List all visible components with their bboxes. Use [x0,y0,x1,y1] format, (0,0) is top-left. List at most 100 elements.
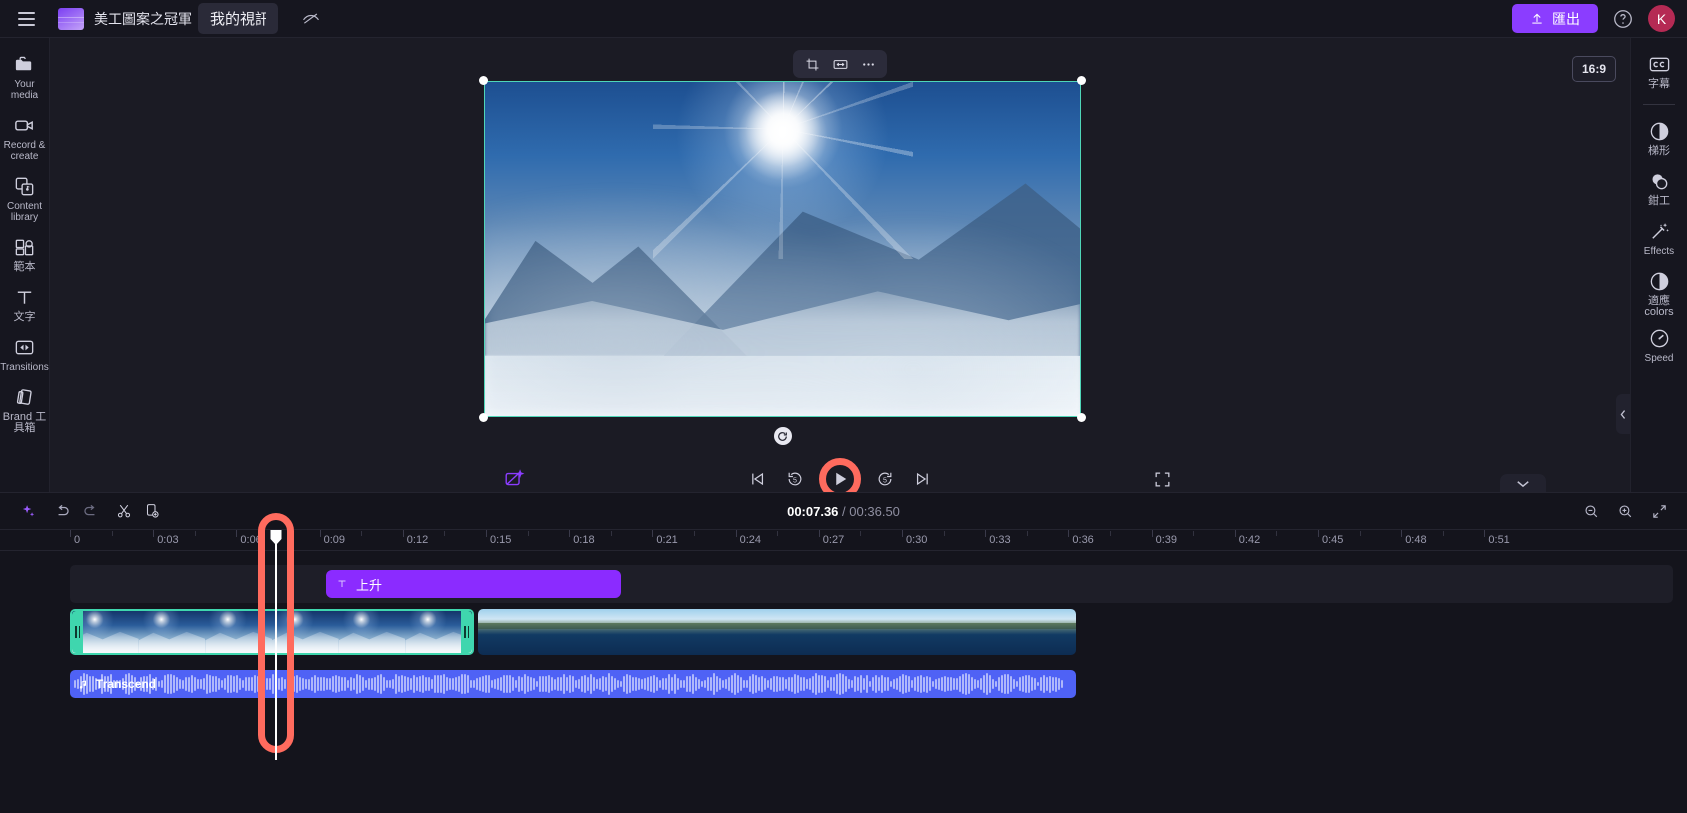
text-clip[interactable]: 上升 [326,570,621,598]
waveform-bar [683,680,685,688]
forward-5-icon[interactable]: 5 [872,466,898,492]
waveform-bar [170,673,172,695]
waveform-bar [659,679,661,689]
avatar[interactable]: K [1648,5,1675,32]
waveform-bar [266,677,268,691]
fullscreen-icon[interactable] [1148,465,1176,493]
text-track: 上升 [0,565,1687,603]
resize-handle-bottom-right[interactable] [1077,413,1086,422]
waveform-bar [800,677,802,691]
sidebar-item-your-media[interactable]: Your media [0,46,49,107]
sidebar-item-content-library[interactable]: Content library [0,168,49,229]
clip-thumbnail [138,611,206,653]
waveform-bar [686,676,688,692]
waveform-bar [245,677,247,691]
waveform-bar [989,675,991,693]
project-title-input[interactable] [198,3,278,34]
duplicate-icon[interactable] [138,497,166,525]
sidebar-item-templates[interactable]: 範本 [0,229,49,279]
left-sidebar: Your media Record & create Content libra… [0,38,66,492]
fit-timeline-icon[interactable] [1645,497,1673,525]
waveform-bar [950,677,952,691]
waveform-bar [329,677,331,691]
video-preview[interactable] [484,81,1081,417]
right-item-label: 字幕 [1648,78,1670,90]
video-stage[interactable] [479,76,1086,445]
resize-handle-top-left[interactable] [479,76,488,85]
right-item-filters[interactable]: 鉗工 [1631,163,1687,213]
redo-icon[interactable] [76,497,104,525]
right-item-captions[interactable]: 字幕 [1631,46,1687,96]
waveform-bar [911,680,913,688]
library-icon [15,177,34,196]
waveform-bar [476,677,478,691]
fit-icon[interactable] [828,52,852,76]
waveform-bar [287,677,289,691]
scissors-icon[interactable] [110,497,138,525]
waveform-bar [638,677,640,691]
eye-off-icon[interactable] [298,6,324,32]
aspect-ratio-badge[interactable]: 16:9 [1571,56,1616,82]
sidebar-item-record-create[interactable]: Record & create [0,107,49,168]
export-button[interactable]: 匯出 [1512,4,1598,33]
right-item-adjust-colors[interactable]: 適應 colors [1631,263,1687,324]
filters-icon [1652,174,1667,190]
right-item-effects[interactable]: Effects [1631,213,1687,263]
chevron-down-icon [1517,480,1529,487]
undo-icon[interactable] [48,497,76,525]
sidebar-item-transitions[interactable]: Transitions [0,329,49,379]
hamburger-icon[interactable] [12,5,40,33]
audio-clip[interactable]: Transcend [70,670,1076,698]
video-camera-icon [15,120,33,131]
waveform-bar [389,679,391,689]
waveform-bar [470,679,472,689]
zoom-out-icon[interactable] [1577,497,1605,525]
right-panel-collapse-button[interactable] [1616,394,1630,434]
sidebar-item-brand-kit[interactable]: Brand 工具箱 [0,379,49,440]
video-clip-mountain[interactable] [70,609,474,655]
help-circle-icon[interactable] [1612,8,1634,30]
sidebar-item-text[interactable]: 文字 [0,279,49,329]
trim-handle-right[interactable] [461,611,472,653]
waveform-bar [1055,676,1057,692]
waveform-bar [308,678,310,690]
right-item-label: Effects [1643,246,1675,257]
trim-handle-left[interactable] [72,611,83,653]
waveform-bar [239,677,241,691]
waveform-bar [398,675,400,693]
waveform-bar [254,674,256,694]
resize-handle-top-right[interactable] [1077,76,1086,85]
waveform-bar [905,674,907,694]
crop-icon[interactable] [800,52,824,76]
resize-handle-bottom-left[interactable] [479,413,488,422]
waveform-bar [758,677,760,691]
rewind-5-icon[interactable]: 5 [782,466,808,492]
right-item-fade[interactable]: 梯形 [1631,113,1687,163]
waveform-bar [428,677,430,691]
timeline-collapse-button[interactable] [1500,474,1546,492]
waveform-bar [164,675,166,693]
waveform-bar [167,674,169,694]
skip-forward-icon[interactable] [910,466,936,492]
timeline-ruler[interactable]: 0 0:03 0:06 0:09 0:12 0:15 0:18 0:21 0:24 0:27 0:3… [0,529,1687,551]
skip-back-icon[interactable] [744,466,770,492]
waveform-bar [995,680,997,688]
sparkle-icon[interactable] [14,497,42,525]
waveform-bar [710,677,712,691]
waveform-bar [935,679,937,689]
waveform-bar [1043,674,1045,694]
project-label: 美工圖案之冠軍 [94,10,192,27]
waveform-bar [983,675,985,693]
waveform-bar [956,678,958,690]
right-item-speed[interactable]: Speed [1631,320,1687,370]
waveform-bar [605,676,607,692]
timeline-playhead[interactable] [270,530,282,760]
video-clip-lake[interactable] [478,609,1076,655]
rotate-handle-icon[interactable] [773,427,792,445]
ruler-tick-label: 0:12 [406,534,429,546]
auto-compose-icon[interactable] [500,465,528,493]
more-horizontal-icon[interactable] [856,52,880,76]
waveform-bar [992,679,994,689]
waveform-bar [731,675,733,693]
zoom-in-icon[interactable] [1611,497,1639,525]
